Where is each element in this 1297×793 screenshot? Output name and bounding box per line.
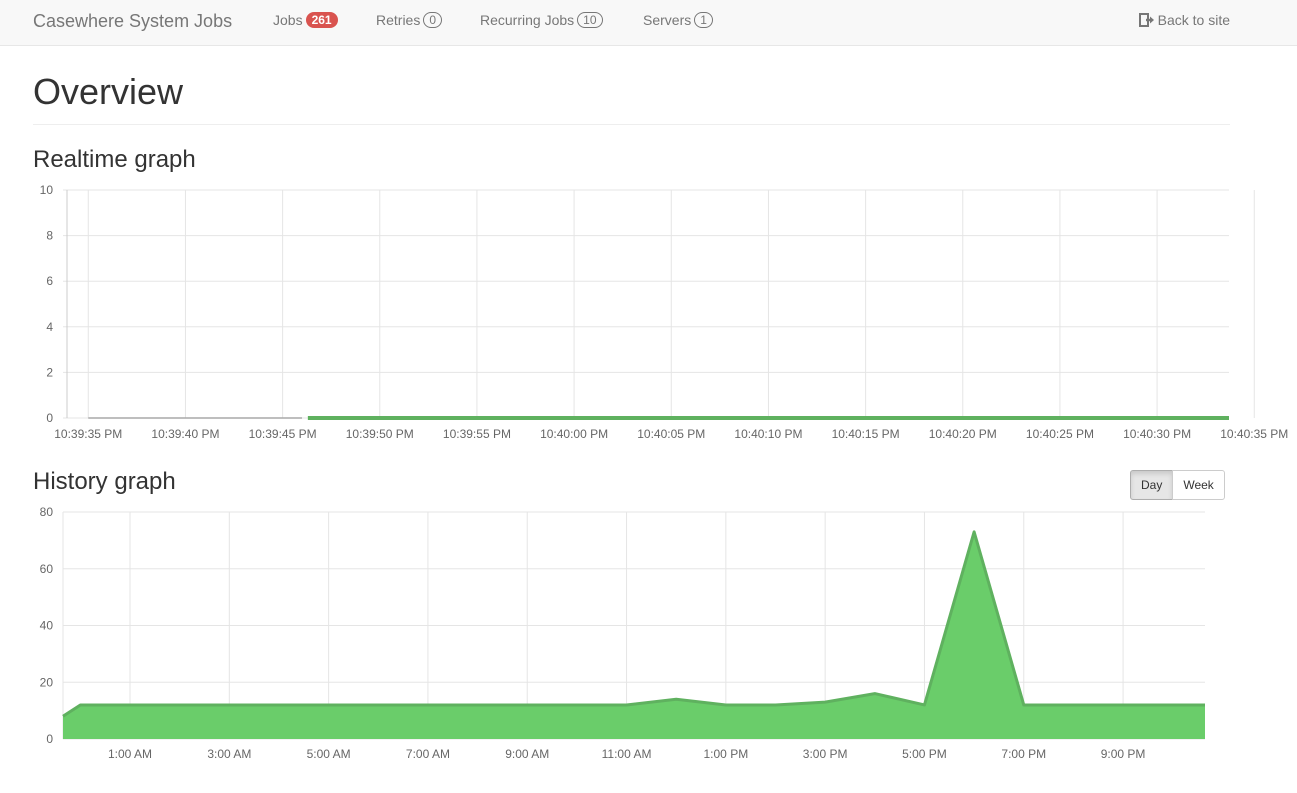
realtime-y-tick-label: 8: [46, 229, 53, 243]
realtime-x-tick-label: 10:40:30 PM: [1123, 427, 1191, 441]
jobs-count-badge: 261: [305, 12, 338, 28]
navbar: Casewhere System Jobs Jobs 261 Retries 0…: [0, 0, 1297, 46]
nav-jobs[interactable]: Jobs 261: [273, 12, 338, 28]
sign-out-icon: [1138, 13, 1154, 27]
realtime-graph-title: Realtime graph: [33, 146, 196, 173]
realtime-x-tick-label: 10:39:40 PM: [151, 427, 219, 441]
history-x-tick-label: 11:00 AM: [602, 747, 652, 761]
realtime-x-tick-label: 10:39:45 PM: [249, 427, 317, 441]
history-x-tick-label: 7:00 PM: [1001, 747, 1046, 761]
history-x-tick-label: 9:00 AM: [505, 747, 549, 761]
servers-count-badge: 1: [694, 12, 713, 28]
history-series-line: [62, 530, 1205, 718]
realtime-x-tick-label: 10:40:20 PM: [929, 427, 997, 441]
history-y-tick-label: 60: [40, 562, 54, 576]
realtime-x-tick-label: 10:40:25 PM: [1026, 427, 1094, 441]
realtime-x-tick-label: 10:40:05 PM: [637, 427, 705, 441]
history-x-tick-label: 7:00 AM: [406, 747, 450, 761]
realtime-x-tick-label: 10:40:00 PM: [540, 427, 608, 441]
nav-recurring-jobs[interactable]: Recurring Jobs 10: [480, 12, 603, 28]
history-series-area: [63, 531, 1205, 739]
history-y-tick-label: 20: [40, 675, 54, 689]
realtime-y-tick-label: 10: [40, 183, 54, 197]
history-chart: 0 20 40 60 80 1:00 AM 3:00 AM 5:00 AM 7:00 AM 9:0…: [40, 505, 1205, 761]
realtime-y-tick-label: 0: [46, 411, 53, 425]
history-x-tick-label: 1:00 PM: [704, 747, 749, 761]
history-y-tick-label: 80: [40, 505, 54, 519]
retries-count-badge: 0: [423, 12, 443, 28]
nav-jobs-label: Jobs: [273, 12, 303, 28]
day-button[interactable]: Day: [1130, 470, 1174, 500]
history-x-tick-label: 3:00 AM: [207, 747, 251, 761]
realtime-y-tick-label: 4: [46, 320, 53, 334]
back-to-site-link[interactable]: Back to site: [1138, 12, 1230, 28]
history-x-tick-label: 9:00 PM: [1101, 747, 1146, 761]
history-x-tick-label: 3:00 PM: [803, 747, 848, 761]
week-button[interactable]: Week: [1172, 470, 1225, 500]
realtime-x-tick-label: 10:39:55 PM: [443, 427, 511, 441]
history-graph-title: History graph: [33, 468, 176, 495]
nav-servers[interactable]: Servers 1: [643, 12, 713, 28]
history-y-tick-label: 0: [46, 732, 53, 746]
nav-retries[interactable]: Retries 0: [376, 12, 443, 28]
page-title: Overview: [33, 71, 184, 112]
nav-servers-label: Servers: [643, 12, 692, 28]
realtime-x-tick-label: 10:40:15 PM: [832, 427, 900, 441]
realtime-x-tick-label: 10:40:35 PM: [1220, 427, 1288, 441]
realtime-y-tick-label: 2: [46, 365, 53, 379]
history-x-tick-label: 1:00 AM: [108, 747, 152, 761]
title-divider: [33, 124, 1230, 125]
realtime-y-tick-label: 6: [46, 274, 53, 288]
nav-recurring-jobs-label: Recurring Jobs: [480, 12, 575, 28]
realtime-x-tick-label: 10:40:10 PM: [734, 427, 802, 441]
back-to-site-label: Back to site: [1157, 12, 1230, 28]
nav-retries-label: Retries: [376, 12, 421, 28]
history-range-toggle: Day Week: [1130, 470, 1225, 500]
history-y-tick-label: 40: [40, 619, 54, 633]
realtime-chart: 0 2 4 6 8 10 10:39:35 PM 10:39:40 PM 10:39:45 PM…: [40, 183, 1289, 441]
realtime-x-tick-label: 10:39:35 PM: [54, 427, 122, 441]
history-x-tick-label: 5:00 PM: [902, 747, 947, 761]
recurring-jobs-count-badge: 10: [577, 12, 603, 28]
brand-link[interactable]: Casewhere System Jobs: [33, 11, 232, 32]
realtime-x-tick-label: 10:39:50 PM: [346, 427, 414, 441]
history-x-tick-label: 5:00 AM: [307, 747, 351, 761]
